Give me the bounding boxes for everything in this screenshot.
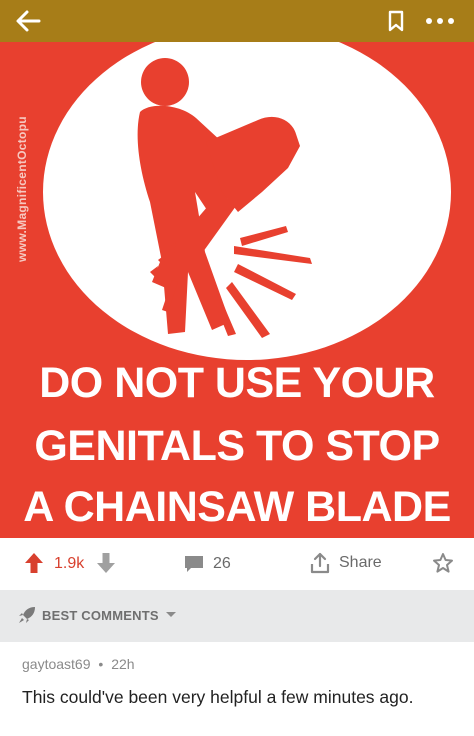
post-image[interactable]: www.MagnificentOctopu DO NOT USE YOUR GE… [0,42,474,538]
comment-body: This could've been very helpful a few mi… [22,687,414,707]
downvote-button[interactable] [96,552,116,574]
downvote-arrow-icon [97,553,115,573]
bookmark-button[interactable] [382,6,410,36]
back-button[interactable] [10,4,46,38]
chevron-down-icon [165,612,176,617]
sort-label: BEST COMMENTS [42,607,159,623]
share-icon [310,552,330,574]
vote-score: 1.9k [54,555,85,572]
more-options-button[interactable] [420,6,460,36]
comment-author[interactable]: gaytoast69 [22,656,91,672]
upvote-button[interactable] [24,552,44,574]
sort-dropdown[interactable]: BEST COMMENTS [18,606,177,624]
comment-sort-bar: BEST COMMENTS [0,590,474,642]
comment-bubble-icon [185,556,203,572]
watermark-text: www.MagnificentOctopu [15,116,29,262]
sign-text-line-2: GENITALS TO STOP [34,422,440,470]
sign-text-line-1: DO NOT USE YOUR [39,359,435,407]
comment-count: 26 [213,555,231,572]
share-button[interactable]: Share [310,552,382,574]
comments-button[interactable]: 26 [184,554,231,574]
meta-separator: • [98,656,104,672]
more-icon [426,18,454,24]
award-button[interactable] [432,552,454,579]
post-action-bar: 1.9k 26 Share [0,538,474,590]
comment: gaytoast69 • 22h This could've been very… [0,642,474,736]
sign-text-line-3: A CHAINSAW BLADE [23,483,451,531]
comment-meta: gaytoast69 • 22h [22,656,139,672]
bookmark-icon [388,10,404,32]
share-label: Share [339,554,382,571]
upvote-arrow-icon [25,553,43,573]
top-app-bar [0,0,474,42]
back-arrow-icon [16,10,41,32]
comment-age: 22h [111,656,135,672]
star-award-icon [433,553,453,573]
rocket-icon [19,607,35,623]
